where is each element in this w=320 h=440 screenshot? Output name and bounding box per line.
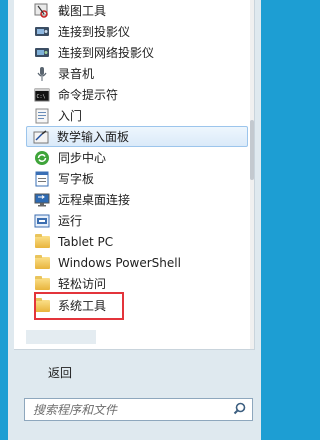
search-icon[interactable]	[233, 402, 246, 418]
menu-item-label: 远程桌面连接	[58, 192, 131, 207]
menu-item-connect-projector[interactable]: 连接到投影仪	[28, 21, 243, 42]
menu-item-label: 连接到网络投影仪	[58, 45, 155, 60]
start-menu-panel: 截图工具 连接到投影仪 连接到网络投影仪 录音机 C:\ 命令提示符 入门 数学…	[8, 0, 261, 440]
menu-item-command-prompt[interactable]: C:\ 命令提示符	[28, 84, 243, 105]
menu-folder-tablet-pc[interactable]: Tablet PC	[28, 231, 243, 252]
search-input[interactable]	[33, 402, 223, 417]
search-box[interactable]	[24, 398, 253, 421]
menu-item-getting-started[interactable]: 入门	[28, 105, 243, 126]
menu-item-label: 运行	[58, 213, 83, 228]
menu-item-sync-center[interactable]: 同步中心	[28, 147, 243, 168]
menu-item-label: Windows PowerShell	[58, 255, 181, 270]
scrollbar[interactable]	[250, 0, 254, 349]
menu-item-label: 数学输入面板	[57, 129, 130, 144]
math-input-icon	[33, 129, 49, 145]
all-programs-list: 截图工具 连接到投影仪 连接到网络投影仪 录音机 C:\ 命令提示符 入门 数学…	[14, 0, 255, 350]
menu-item-sound-recorder[interactable]: 录音机	[28, 63, 243, 84]
blurred-region	[26, 330, 96, 344]
menu-item-label: 截图工具	[58, 3, 107, 18]
menu-item-label: 写字板	[58, 171, 95, 186]
folder-icon	[34, 254, 50, 271]
getting-started-icon	[34, 108, 50, 124]
svg-text:C:\: C:\	[37, 94, 46, 100]
sync-icon	[34, 150, 50, 166]
wordpad-icon	[34, 171, 50, 187]
annotation-highlight-box	[34, 292, 124, 320]
menu-item-run[interactable]: 运行	[28, 210, 243, 231]
menu-item-remote-desktop[interactable]: 远程桌面连接	[28, 189, 243, 210]
menu-item-label: 录音机	[58, 66, 95, 81]
microphone-icon	[34, 66, 50, 82]
remote-desktop-icon	[34, 192, 50, 208]
menu-item-label: 轻松访问	[58, 276, 107, 291]
menu-item-connect-network-projector[interactable]: 连接到网络投影仪	[28, 42, 243, 63]
menu-item-label: 命令提示符	[58, 87, 119, 102]
scrollbar-thumb[interactable]	[250, 120, 254, 180]
menu-item-math-input-panel[interactable]: 数学输入面板	[26, 126, 248, 147]
menu-item-label: Tablet PC	[58, 234, 114, 249]
menu-item-snipping-tool[interactable]: 截图工具	[28, 0, 243, 21]
command-prompt-icon: C:\	[34, 87, 50, 103]
run-icon	[34, 213, 50, 229]
network-projector-icon	[34, 45, 50, 61]
menu-folder-ease-of-access[interactable]: 轻松访问	[28, 273, 243, 294]
menu-item-label: 入门	[58, 108, 83, 123]
folder-icon	[34, 275, 50, 292]
menu-item-wordpad[interactable]: 写字板	[28, 168, 243, 189]
menu-folder-windows-powershell[interactable]: Windows PowerShell	[28, 252, 243, 273]
menu-item-label: 连接到投影仪	[58, 24, 131, 39]
scissors-icon	[34, 3, 50, 19]
menu-item-label: 同步中心	[58, 150, 107, 165]
back-label: 返回	[48, 365, 73, 380]
folder-icon	[34, 233, 50, 250]
projector-icon	[34, 24, 50, 40]
back-button[interactable]: 返回	[14, 359, 254, 385]
